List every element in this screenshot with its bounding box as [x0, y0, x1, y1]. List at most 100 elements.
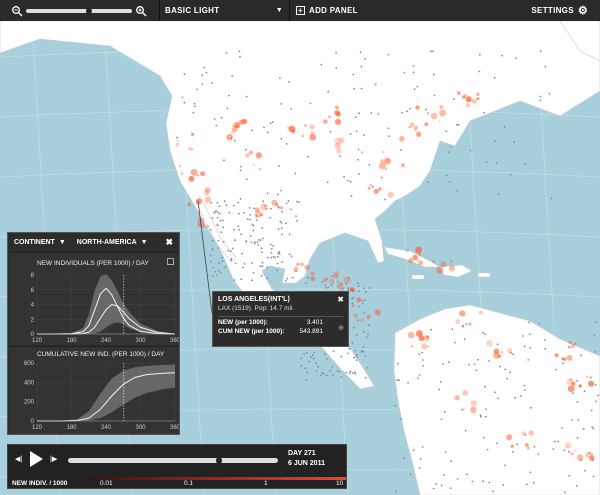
- hotspot-dot: [438, 120, 441, 123]
- step-forward-icon[interactable]: |▶: [50, 455, 57, 463]
- airport-dot: [501, 54, 503, 57]
- hotspot-dot: [585, 452, 591, 458]
- hotspot-dot: [478, 310, 483, 315]
- airport-dot: [351, 342, 354, 345]
- zoom-out-icon[interactable]: [11, 5, 23, 17]
- hotspot-dot: [361, 151, 364, 154]
- airport-dot: [223, 200, 226, 203]
- airport-dot: [211, 275, 214, 277]
- airport-dot: [537, 453, 540, 455]
- time-slider-handle[interactable]: [216, 457, 223, 464]
- airport-dot: [237, 225, 240, 228]
- airport-dot: [271, 121, 274, 123]
- airport-dot: [563, 449, 566, 452]
- airport-dot: [496, 442, 498, 445]
- airport-dot: [457, 123, 460, 126]
- airport-dot: [237, 201, 240, 204]
- zoom-slider-handle[interactable]: [86, 7, 92, 14]
- airport-dot: [217, 247, 220, 250]
- airport-dot: [595, 400, 597, 403]
- day-label: DAY 271: [288, 450, 316, 457]
- airport-dot: [269, 122, 272, 125]
- hotspot-dot: [252, 163, 255, 166]
- close-icon[interactable]: ✖: [337, 295, 344, 304]
- hotspot-dot: [336, 148, 342, 154]
- airport-dot: [243, 263, 246, 265]
- hotspot-dot: [191, 132, 195, 136]
- hotspot-dot: [334, 137, 342, 145]
- zoom-slider[interactable]: [26, 7, 132, 14]
- airport-dot: [368, 163, 371, 166]
- airport-dot: [418, 467, 421, 469]
- airport-dot: [336, 370, 339, 372]
- time-slider[interactable]: [68, 457, 278, 464]
- airport-dot: [512, 450, 514, 453]
- airport-dot: [539, 50, 542, 53]
- airport-dot: [522, 335, 524, 337]
- x-tick-label: 240: [101, 425, 112, 431]
- airport-dot: [306, 276, 309, 279]
- play-icon[interactable]: [30, 451, 43, 467]
- airport-dot: [223, 159, 225, 162]
- airport-dot: [321, 281, 323, 284]
- airport-dot: [233, 228, 236, 231]
- airport-dot: [221, 256, 223, 259]
- hotspot-dot: [309, 134, 317, 141]
- airport-dot: [181, 96, 184, 99]
- hotspot-dot: [195, 198, 202, 205]
- hotspot-dot: [405, 248, 410, 253]
- airport-dot: [252, 271, 255, 274]
- region-dropdown[interactable]: NORTH-AMERICA ▼: [77, 239, 148, 246]
- airport-dot: [409, 107, 411, 110]
- cumulative-chart: CUMULATIVE NEW IND. (PER 1000) / DAY 120…: [9, 346, 179, 434]
- pin-icon[interactable]: ⊕: [338, 324, 344, 332]
- airport-dot: [276, 262, 279, 265]
- airport-dot: [260, 274, 263, 277]
- hotspot-dot: [304, 124, 307, 127]
- airport-dot: [276, 269, 279, 272]
- zoom-in-icon[interactable]: [135, 5, 147, 17]
- airport-dot: [524, 163, 526, 165]
- close-icon[interactable]: ✖: [165, 237, 173, 248]
- hotspot-dot: [353, 313, 359, 319]
- level-dropdown[interactable]: CONTINENT ▼: [14, 239, 66, 246]
- airport-dot: [552, 448, 555, 450]
- airport-dot: [388, 135, 391, 137]
- airport-dot: [331, 275, 333, 278]
- airport-dot: [400, 418, 402, 420]
- settings-button[interactable]: SETTINGS ⚙: [531, 4, 588, 17]
- airport-dot: [336, 280, 339, 283]
- hotspot-dot: [566, 378, 574, 385]
- hotspot-dot: [468, 322, 472, 326]
- hotspot-dot: [439, 109, 446, 117]
- hotspot-dot: [427, 344, 430, 348]
- airport-dot: [412, 71, 415, 74]
- airport-dot: [433, 94, 436, 97]
- airport-dot: [427, 181, 429, 184]
- airport-dot: [352, 73, 355, 76]
- airport-dot: [422, 359, 424, 361]
- airport-dot: [272, 244, 274, 247]
- hotspot-dot: [304, 264, 310, 270]
- airport-dot: [401, 111, 403, 114]
- airport-dot: [592, 427, 595, 430]
- airport-dot: [593, 334, 596, 337]
- hotspot-dot: [561, 357, 564, 361]
- airport-dot: [272, 255, 275, 258]
- airport-dot: [412, 65, 415, 67]
- hotspot-dot: [367, 186, 371, 190]
- airport-dot: [219, 219, 222, 222]
- airport-dot: [335, 51, 337, 54]
- basemap-dropdown[interactable]: BASIC LIGHT ▼: [165, 6, 283, 15]
- airport-dot: [284, 279, 287, 282]
- airport-dot: [280, 137, 283, 140]
- airport-dot: [477, 358, 479, 361]
- hotspot-dot: [415, 258, 419, 262]
- airport-dot: [591, 426, 593, 428]
- hotspot-dot: [366, 314, 371, 320]
- chevron-down-icon: ▼: [58, 238, 66, 246]
- airport-dot: [347, 287, 350, 290]
- add-panel-button[interactable]: + ADD PANEL: [296, 6, 358, 15]
- step-back-icon[interactable]: ◀|: [15, 455, 22, 463]
- current-date: DAY 271 6 JUN 2011: [288, 449, 325, 469]
